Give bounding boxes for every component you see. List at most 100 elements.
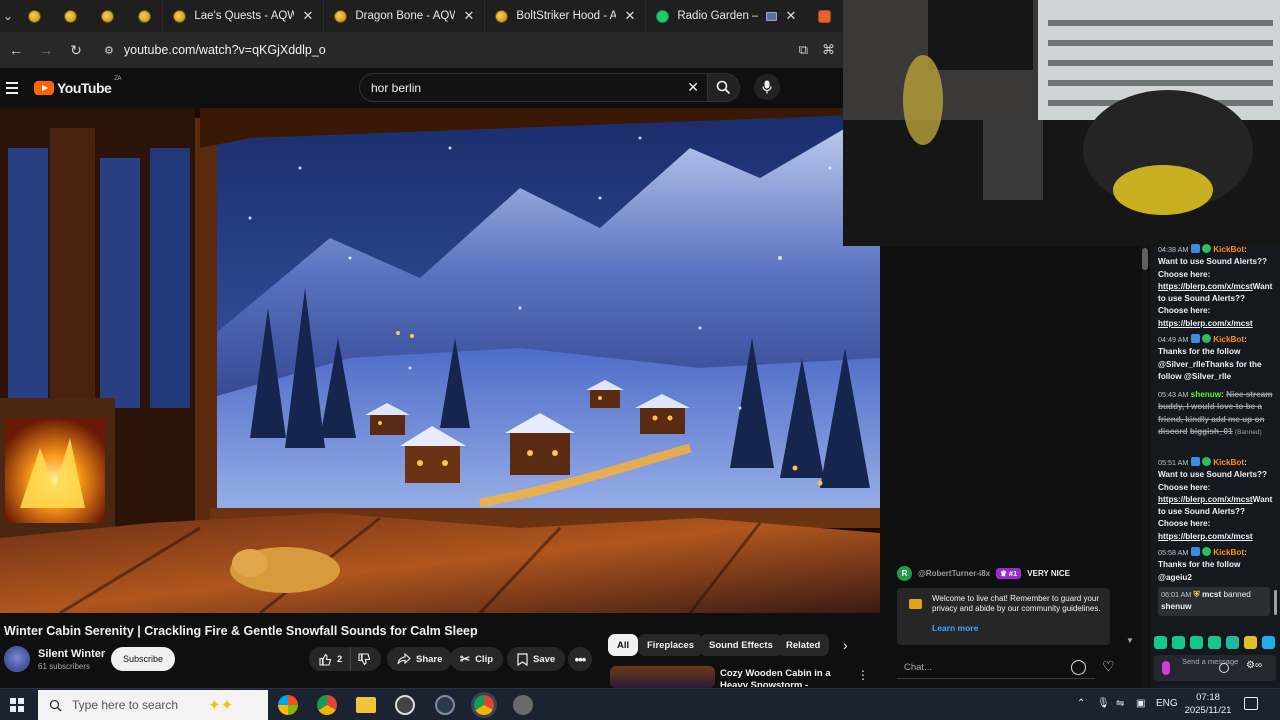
chat-username[interactable]: @RobertTurner-i8x xyxy=(918,569,990,578)
share-button[interactable]: Share xyxy=(387,647,453,671)
display-icon[interactable]: ▣ xyxy=(1136,698,1145,709)
message-link[interactable]: https://blerp.com/x/mcst xyxy=(1158,495,1253,504)
youtube-logo[interactable]: YouTube ZA xyxy=(34,76,121,96)
live-chat-scrollbar[interactable] xyxy=(1142,246,1148,688)
chrome-active-icon[interactable] xyxy=(474,695,494,715)
chip-fireplaces[interactable]: Fireplaces xyxy=(638,634,703,656)
verified-badge-icon xyxy=(1201,457,1211,466)
forward-icon[interactable]: → xyxy=(38,42,54,58)
clip-button[interactable]: ✂ Clip xyxy=(450,647,504,671)
youtube-play-icon xyxy=(34,81,54,95)
language-indicator[interactable]: ENG xyxy=(1156,698,1178,709)
copilot-icon[interactable] xyxy=(278,695,298,715)
settings-icon[interactable]: ⚙∞ xyxy=(1246,660,1262,671)
browser-tab[interactable]: Dragon Bone - AQW ✕ xyxy=(323,0,484,32)
learn-more-link[interactable]: Learn more xyxy=(932,623,978,633)
message-user[interactable]: KickBot xyxy=(1213,548,1244,557)
message-link[interactable]: https://blerp.com/x/mcst xyxy=(1158,532,1253,541)
tab-list-chevron-icon[interactable]: ⌄ xyxy=(0,9,16,23)
browser-tab[interactable]: Radio Garden – Glol ✕ xyxy=(645,0,806,32)
message-link[interactable]: https://blerp.com/x/mcst xyxy=(1158,282,1253,291)
chip-sound-effects[interactable]: Sound Effects xyxy=(700,634,782,656)
message-text: Thanks for the follow @Silver_rlleThanks… xyxy=(1158,347,1262,381)
emoji-icon[interactable] xyxy=(1219,663,1229,673)
obs-icon[interactable] xyxy=(395,695,415,715)
taskbar-search-placeholder: Type here to search xyxy=(72,698,179,712)
message-user[interactable]: KickBot xyxy=(1213,335,1244,344)
browser-tab[interactable]: BoltStriker Hood - AQW ✕ xyxy=(484,0,645,32)
channel-avatar[interactable] xyxy=(4,646,30,672)
emote-icon[interactable] xyxy=(1262,636,1275,649)
active-tab-youtube[interactable] xyxy=(806,0,843,32)
close-icon[interactable]: ✕ xyxy=(624,8,635,24)
emoji-icon[interactable] xyxy=(1071,660,1086,675)
recommended-title[interactable]: Cozy Wooden Cabin in a Heavy Snowstorm -… xyxy=(720,668,850,687)
pinned-tab[interactable] xyxy=(16,0,53,32)
dislike-button[interactable] xyxy=(350,647,381,671)
close-icon[interactable]: ✕ xyxy=(302,8,313,24)
microphone-icon[interactable]: 🎙 xyxy=(1097,698,1110,709)
chat-input[interactable]: Chat... xyxy=(897,657,1095,679)
chip-related[interactable]: Related xyxy=(777,634,830,656)
chip-all[interactable]: All xyxy=(608,634,639,656)
notifications-icon[interactable] xyxy=(1244,697,1258,710)
emote-icon[interactable] xyxy=(1172,636,1185,649)
chrome-icon[interactable] xyxy=(317,695,337,715)
video-player[interactable] xyxy=(0,108,880,613)
scroll-down-icon[interactable]: ▼ xyxy=(1126,636,1134,645)
kick-chat-message: 05:58 AM KickBot: Thanks for the follow … xyxy=(1158,547,1247,582)
emote-icon[interactable] xyxy=(1226,636,1239,649)
heart-icon[interactable]: ♡ xyxy=(1102,658,1115,675)
emote-icon[interactable] xyxy=(1244,636,1257,649)
address-bar[interactable]: ⚙ youtube.com/watch?v=qKGjXddlp_o xyxy=(98,37,785,63)
cast-icon[interactable]: ⧉ xyxy=(799,42,808,58)
pinned-tab[interactable] xyxy=(89,0,126,32)
like-button[interactable]: 2 xyxy=(309,647,351,671)
message-user[interactable]: shenuw xyxy=(1191,390,1221,399)
message-user[interactable]: KickBot xyxy=(1213,245,1244,254)
more-horizontal-icon: ••• xyxy=(574,651,587,667)
kick-chat-input[interactable]: Send a message ⚙∞ xyxy=(1154,655,1276,681)
pinned-tab[interactable] xyxy=(126,0,163,32)
recommended-thumbnail[interactable] xyxy=(610,666,715,688)
hamburger-menu-icon[interactable] xyxy=(6,82,18,94)
search-input[interactable]: hor berlin ✕ xyxy=(359,73,708,102)
app-icon[interactable] xyxy=(435,695,455,715)
emote-icon[interactable] xyxy=(1208,636,1221,649)
clear-search-icon[interactable]: ✕ xyxy=(687,79,699,96)
scrollbar-thumb[interactable] xyxy=(1142,248,1148,270)
more-actions-button[interactable]: ••• xyxy=(568,647,592,671)
back-icon[interactable]: ← xyxy=(8,42,24,58)
app-icon[interactable] xyxy=(513,695,533,715)
windows-start-icon[interactable] xyxy=(10,698,24,712)
kick-chat-scrollbar[interactable] xyxy=(1274,590,1277,615)
channel-name[interactable]: Silent Winter xyxy=(38,648,105,660)
more-vertical-icon[interactable]: ⋮ xyxy=(857,668,869,682)
network-icon[interactable]: ⇋ xyxy=(1116,698,1124,709)
browser-tab[interactable]: Lae's Quests - AQW ✕ xyxy=(162,0,323,32)
taskbar-search[interactable]: Type here to search ✦✦ xyxy=(38,690,268,720)
message-link[interactable]: https://blerp.com/x/mcst xyxy=(1158,319,1253,328)
voice-search-button[interactable] xyxy=(754,74,780,100)
emote-icon[interactable] xyxy=(1190,636,1203,649)
moderation-target[interactable]: shenuw xyxy=(1161,602,1191,611)
close-icon[interactable]: ✕ xyxy=(785,8,796,24)
system-clock[interactable]: 07:18 2025/11/21 xyxy=(1183,691,1233,717)
kick-chat-message: 05:51 AM KickBot: Want to use Sound Aler… xyxy=(1158,457,1273,541)
close-icon[interactable]: ✕ xyxy=(463,8,474,24)
site-info-icon[interactable]: ⚙ xyxy=(104,44,114,57)
translate-icon[interactable]: ⌘ xyxy=(822,42,835,58)
file-explorer-icon[interactable] xyxy=(356,697,376,713)
chevron-up-icon[interactable]: ⌃ xyxy=(1077,698,1085,709)
subscribe-button[interactable]: Subscribe xyxy=(111,647,176,671)
message-user[interactable]: KickBot xyxy=(1213,458,1244,467)
reload-icon[interactable]: ↻ xyxy=(68,42,84,59)
pinned-tab[interactable] xyxy=(52,0,89,32)
chevron-right-icon[interactable]: › xyxy=(843,637,848,653)
emote-icon[interactable] xyxy=(1154,636,1167,649)
channel-info[interactable]: Silent Winter 61 subscribers xyxy=(4,646,105,672)
search-button[interactable] xyxy=(707,73,740,102)
save-button[interactable]: Save xyxy=(507,647,566,671)
clock-time: 07:18 xyxy=(1196,692,1220,703)
moderator-name[interactable]: mcst xyxy=(1202,590,1221,599)
